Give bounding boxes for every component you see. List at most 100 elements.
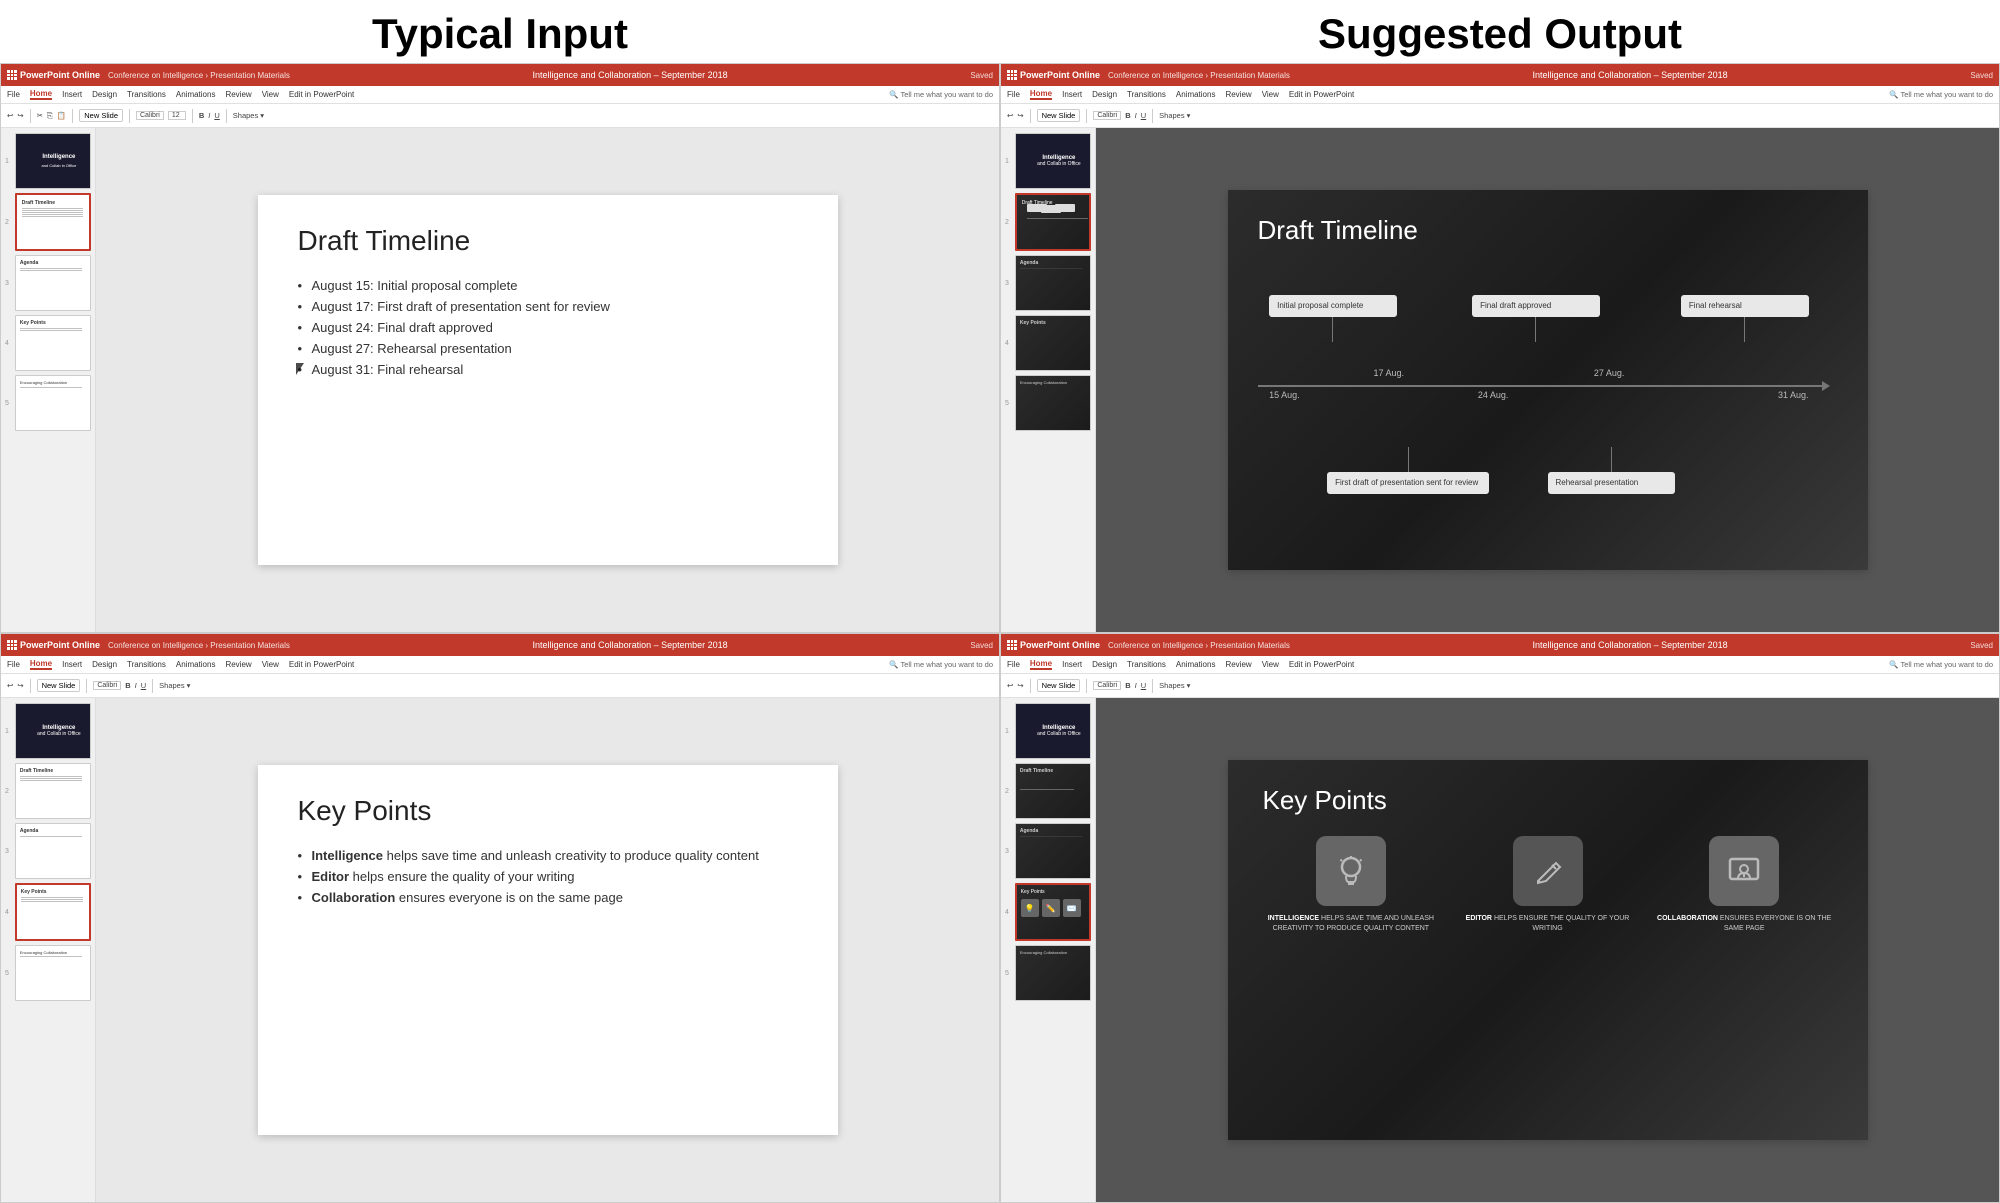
slide-thumb-4-bl[interactable]: Key Points [15,883,91,941]
redo-btn-br[interactable]: ↪ [1017,681,1023,690]
menu-review-tr[interactable]: Review [1225,90,1251,99]
slide-thumb-3-br[interactable]: Agenda [1015,823,1091,879]
cut-btn-tl[interactable]: ✂ [37,111,43,120]
menu-animations-tl[interactable]: Animations [176,90,216,99]
menu-animations-bl[interactable]: Animations [176,660,216,669]
menu-view-tl[interactable]: View [262,90,279,99]
slide-thumb-1-tr[interactable]: Intelligenceand Collab in Office [1015,133,1091,189]
slide-thumb-4-tl[interactable]: Key Points [15,315,91,371]
slide-thumb-2-tl[interactable]: Draft Timeline [15,193,91,251]
menu-transitions-tr[interactable]: Transitions [1127,90,1166,99]
menu-home-bl[interactable]: Home [30,659,52,670]
menu-file-tr[interactable]: File [1007,90,1020,99]
app-name-bl: PowerPoint Online [20,640,100,650]
underline-btn-br[interactable]: U [1141,681,1146,690]
slide-thumb-1-bl[interactable]: Intelligenceand Collab in Office [15,703,91,759]
menu-editinppt-br[interactable]: Edit in PowerPoint [1289,660,1354,669]
menu-insert-tr[interactable]: Insert [1062,90,1082,99]
slide-thumb-4-br[interactable]: Key Points 💡 ✏️ ✉️ [1015,883,1091,941]
menu-view-bl[interactable]: View [262,660,279,669]
ppt-body-tl: 1 Intelligence and Collab in Office [1,128,999,632]
slide-thumb-5-tl[interactable]: Encouraging Collaboration [15,375,91,431]
bold-btn-bl[interactable]: B [125,681,130,690]
slide-thumb-5-bl[interactable]: Encouraging Collaboration [15,945,91,1001]
menu-file-bl[interactable]: File [7,660,20,669]
menu-review-bl[interactable]: Review [225,660,251,669]
underline-btn-tl[interactable]: U [214,111,219,120]
paste-btn-tl[interactable]: 📋 [57,111,66,120]
font-name-tl[interactable]: Calibri [136,111,164,120]
undo-btn-tl[interactable]: ↩ [7,111,13,120]
italic-btn-tl[interactable]: I [208,111,210,120]
shapes-btn-bl[interactable]: Shapes ▾ [159,681,190,690]
toolbar-tr: ↩ ↪ New Slide Calibri B I U Shapes ▾ [1001,104,1999,128]
slide-thumb-3-tr[interactable]: Agenda [1015,255,1091,311]
new-slide-btn-tl[interactable]: New Slide [79,109,123,122]
menu-animations-br[interactable]: Animations [1176,660,1216,669]
underline-btn-tr[interactable]: U [1141,111,1146,120]
menu-editinppt-tr[interactable]: Edit in PowerPoint [1289,90,1354,99]
font-name-tr[interactable]: Calibri [1093,111,1121,120]
shapes-btn-tr[interactable]: Shapes ▾ [1159,111,1190,120]
slide-thumb-1-br[interactable]: Intelligenceand Collab in Office [1015,703,1091,759]
menu-transitions-bl[interactable]: Transitions [127,660,166,669]
italic-btn-tr[interactable]: I [1135,111,1137,120]
slide-thumb-4-tr[interactable]: Key Points [1015,315,1091,371]
menu-animations-tr[interactable]: Animations [1176,90,1216,99]
menu-design-br[interactable]: Design [1092,660,1117,669]
slide-thumb-3-bl[interactable]: Agenda [15,823,91,879]
menu-home-br[interactable]: Home [1030,659,1052,670]
toolbar-bl: ↩ ↪ New Slide Calibri B I U Shapes ▾ [1,674,999,698]
undo-btn-bl[interactable]: ↩ [7,681,13,690]
menu-file-tl[interactable]: File [7,90,20,99]
menu-design-bl[interactable]: Design [92,660,117,669]
italic-btn-bl[interactable]: I [135,681,137,690]
new-slide-btn-br[interactable]: New Slide [1037,679,1081,692]
date-24: 24 Aug. [1478,390,1509,400]
menu-transitions-tl[interactable]: Transitions [127,90,166,99]
redo-btn-tl[interactable]: ↪ [17,111,23,120]
menu-insert-br[interactable]: Insert [1062,660,1082,669]
shapes-btn-br[interactable]: Shapes ▾ [1159,681,1190,690]
menu-design-tl[interactable]: Design [92,90,117,99]
copy-btn-tl[interactable]: ⎘ [47,111,53,121]
new-slide-btn-bl[interactable]: New Slide [37,679,81,692]
bullet-5: August 31: Final rehearsal [298,359,798,380]
menu-editinppt-bl[interactable]: Edit in PowerPoint [289,660,354,669]
underline-btn-bl[interactable]: U [141,681,146,690]
menu-view-br[interactable]: View [1262,660,1279,669]
slide-thumb-5-tr[interactable]: Encouraging Collaboration [1015,375,1091,431]
font-name-bl[interactable]: Calibri [93,681,121,690]
menu-insert-bl[interactable]: Insert [62,660,82,669]
menu-transitions-br[interactable]: Transitions [1127,660,1166,669]
kp-icon-editor [1513,836,1583,906]
menu-insert-tl[interactable]: Insert [62,90,82,99]
italic-btn-br[interactable]: I [1135,681,1137,690]
new-slide-btn-tr[interactable]: New Slide [1037,109,1081,122]
menu-review-br[interactable]: Review [1225,660,1251,669]
slide-thumb-5-br[interactable]: Encouraging Collaboration [1015,945,1091,1001]
bold-btn-br[interactable]: B [1125,681,1130,690]
menu-file-br[interactable]: File [1007,660,1020,669]
menu-home-tr[interactable]: Home [1030,89,1052,100]
bold-btn-tl[interactable]: B [199,111,204,120]
redo-btn-tr[interactable]: ↪ [1017,111,1023,120]
font-name-br[interactable]: Calibri [1093,681,1121,690]
menu-editinppt-tl[interactable]: Edit in PowerPoint [289,90,354,99]
bullet-2: August 17: First draft of presentation s… [298,296,798,317]
redo-btn-bl[interactable]: ↪ [17,681,23,690]
menu-design-tr[interactable]: Design [1092,90,1117,99]
shapes-btn-tl[interactable]: Shapes ▾ [233,111,264,120]
bold-btn-tr[interactable]: B [1125,111,1130,120]
slide-thumb-2-bl[interactable]: Draft Timeline [15,763,91,819]
menu-home-tl[interactable]: Home [30,89,52,100]
menu-view-tr[interactable]: View [1262,90,1279,99]
menu-review-tl[interactable]: Review [225,90,251,99]
slide-thumb-3-tl[interactable]: Agenda [15,255,91,311]
font-size-tl[interactable]: 12 [168,111,186,120]
undo-btn-tr[interactable]: ↩ [1007,111,1013,120]
undo-btn-br[interactable]: ↩ [1007,681,1013,690]
slide-thumb-1-tl[interactable]: Intelligence and Collab in Office [15,133,91,189]
slide-thumb-2-br[interactable]: Draft Timeline [1015,763,1091,819]
slide-thumb-2-tr[interactable]: Draft Timeline [1015,193,1091,251]
